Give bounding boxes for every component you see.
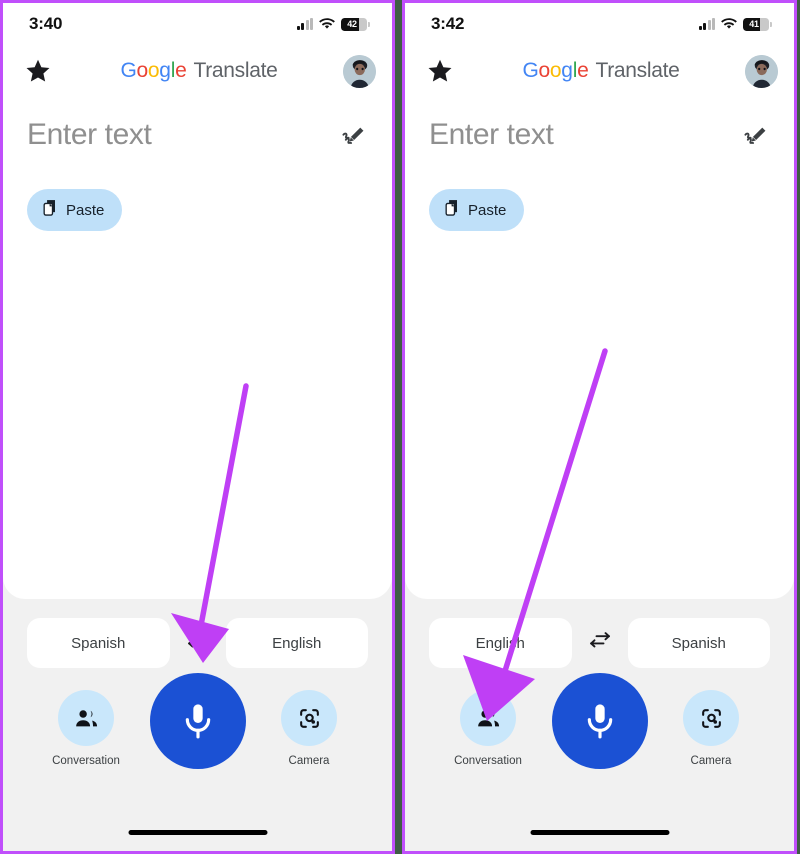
conversation-label: Conversation [52,755,120,767]
battery-icon: 42 [341,17,367,31]
swap-horizontal-icon[interactable] [572,618,628,668]
status-bar: 3:40 42 [3,3,392,45]
screenshot-comparison: 3:40 42 Google Translate Enter text Past… [0,0,800,854]
status-clock: 3:42 [431,14,465,33]
battery-percent: 41 [749,19,759,29]
page-title: Google Translate [522,59,679,83]
phone-screenshot-before: 3:40 42 Google Translate Enter text Past… [0,0,395,854]
handwriting-icon[interactable] [740,121,772,153]
camera-label: Camera [288,755,330,767]
action-bar: Conversation Camera [3,668,392,769]
action-bar: Conversation Camera [405,668,794,769]
home-indicator [128,830,267,835]
conversation-button[interactable]: Conversation [45,690,127,767]
target-language-button[interactable]: Spanish [627,618,770,668]
microphone-icon [587,704,612,739]
conversation-label: Conversation [454,755,522,767]
paste-label: Paste [468,201,507,219]
conversation-people-icon [58,690,114,746]
star-icon[interactable] [21,54,55,88]
wifi-icon [721,18,737,29]
camera-lens-icon [683,690,739,746]
microphone-button[interactable] [551,673,648,769]
star-icon[interactable] [423,54,457,88]
home-indicator [530,830,669,835]
text-input-card: Enter text Paste [3,97,392,599]
paste-button[interactable]: Paste [429,189,525,231]
status-indicators: 42 [296,17,370,31]
brand-word: Translate [595,59,680,82]
language-selector-bar: English Spanish [405,599,794,668]
phone-screenshot-after: 3:42 41 Google Translate Enter text Past… [402,0,797,854]
text-input-placeholder[interactable]: Enter text [429,115,554,155]
avatar[interactable] [744,54,778,88]
paste-icon [40,198,60,222]
language-selector-bar: Spanish English [3,599,392,668]
conversation-people-icon [460,690,516,746]
microphone-icon [185,704,210,739]
battery-icon: 41 [743,17,769,31]
avatar[interactable] [342,54,376,88]
target-language-button[interactable]: English [225,618,368,668]
brand-word: Translate [193,59,278,82]
wifi-icon [319,18,335,29]
app-bar: Google Translate [3,45,392,97]
camera-button[interactable]: Camera [670,690,752,767]
cellular-signal-icon [698,18,715,30]
source-language-button[interactable]: English [429,618,572,668]
google-logo: Google [522,59,589,82]
status-clock: 3:40 [29,14,63,33]
text-input-card: Enter text Paste [405,97,794,599]
battery-percent: 42 [347,19,357,29]
cellular-signal-icon [296,18,313,30]
text-input-placeholder[interactable]: Enter text [27,115,152,155]
status-indicators: 41 [698,17,772,31]
paste-button[interactable]: Paste [27,189,123,231]
paste-label: Paste [66,201,105,219]
camera-label: Camera [690,755,732,767]
camera-lens-icon [281,690,337,746]
google-logo: Google [120,59,187,82]
page-title: Google Translate [120,59,277,83]
status-bar: 3:42 41 [405,3,794,45]
source-language-button[interactable]: Spanish [27,618,170,668]
paste-icon [442,198,462,222]
swap-horizontal-icon[interactable] [170,618,226,668]
microphone-button[interactable] [149,673,246,769]
app-bar: Google Translate [405,45,794,97]
camera-button[interactable]: Camera [268,690,350,767]
handwriting-icon[interactable] [338,121,370,153]
conversation-button[interactable]: Conversation [447,690,529,767]
